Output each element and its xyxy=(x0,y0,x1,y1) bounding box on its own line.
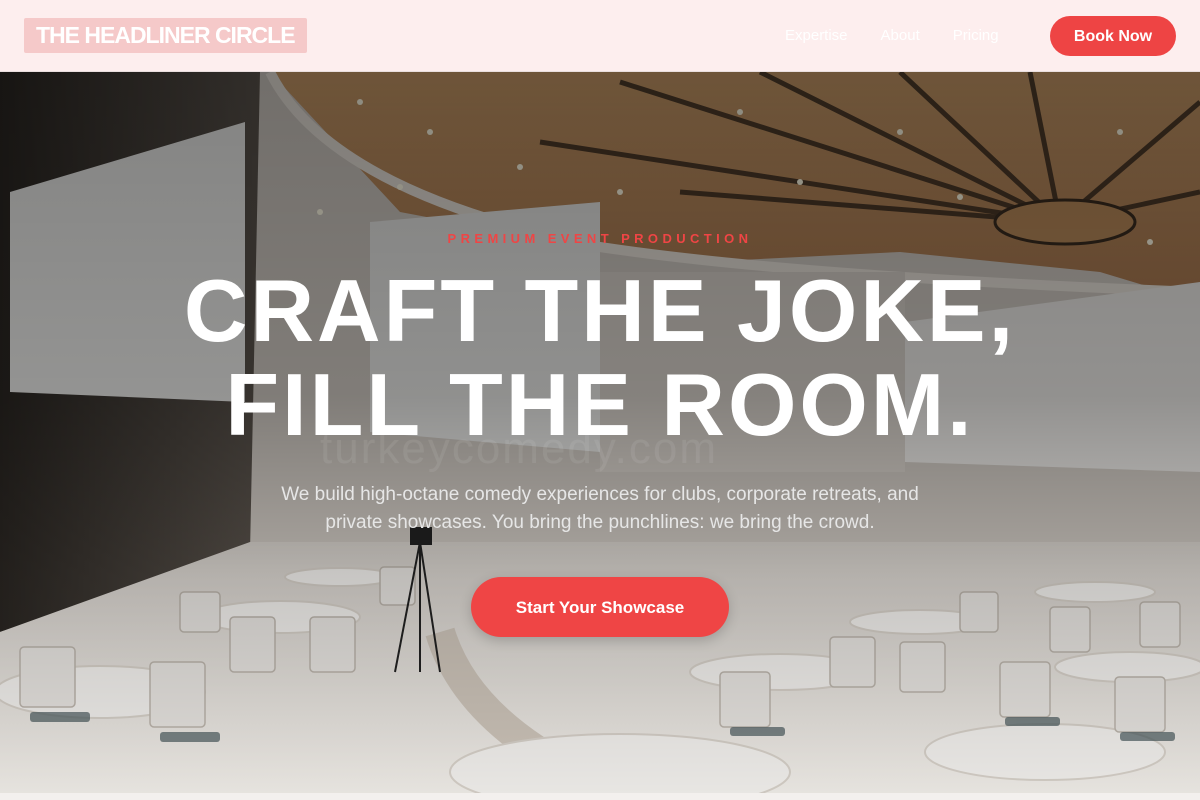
site-logo[interactable]: THE HEADLINER CIRCLE xyxy=(24,18,307,53)
hero-section: turkeycomedy.com PREMIUM EVENT PRODUCTIO… xyxy=(0,72,1200,793)
start-showcase-button[interactable]: Start Your Showcase xyxy=(471,577,729,637)
top-nav: THE HEADLINER CIRCLE Expertise About Pri… xyxy=(0,0,1200,72)
hero-headline: CRAFT THE JOKE, FILL THE ROOM. xyxy=(0,264,1200,452)
nav-link-expertise[interactable]: Expertise xyxy=(785,26,848,46)
hero-headline-line-1: CRAFT THE JOKE, xyxy=(183,261,1017,360)
nav-link-about[interactable]: About xyxy=(881,26,920,46)
nav-links: Expertise About Pricing xyxy=(785,26,999,46)
hero-subtitle-line-2: private showcases. You bring the punchli… xyxy=(325,512,875,533)
hero-subtitle-line-1: We build high-octane comedy experiences … xyxy=(281,484,919,505)
nav-link-pricing[interactable]: Pricing xyxy=(953,26,999,46)
book-now-button[interactable]: Book Now xyxy=(1050,16,1176,56)
hero-headline-line-2: FILL THE ROOM. xyxy=(225,355,975,454)
hero-subtitle: We build high-octane comedy experiences … xyxy=(250,481,950,537)
hero-eyebrow: PREMIUM EVENT PRODUCTION xyxy=(447,231,753,246)
